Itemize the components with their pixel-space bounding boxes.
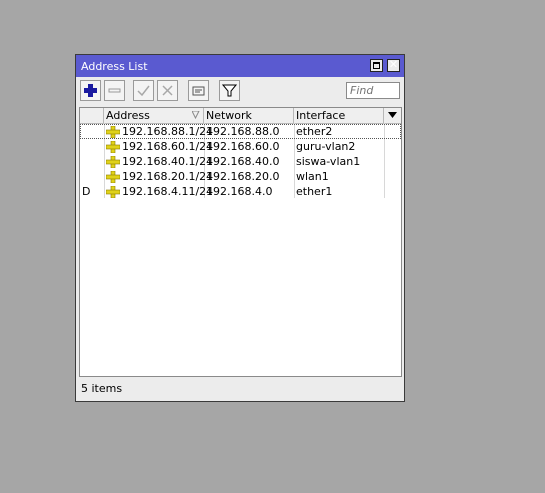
sort-descending-icon — [192, 111, 200, 119]
row-network: 192.168.20.0 — [206, 170, 280, 183]
remove-button[interactable] — [104, 80, 125, 101]
maximize-icon — [373, 62, 380, 69]
column-header-interface[interactable]: Interface — [294, 108, 384, 123]
close-button[interactable]: ✕ — [387, 58, 400, 72]
enable-button[interactable] — [133, 80, 154, 101]
row-network: 192.168.88.0 — [206, 125, 280, 138]
row-interface: ether2 — [296, 125, 333, 138]
comment-button[interactable] — [188, 80, 209, 101]
row-interface: ether1 — [296, 185, 333, 198]
plus-icon — [84, 84, 97, 97]
filter-icon — [222, 84, 237, 97]
table-row[interactable]: 192.168.20.1/24 192.168.20.0 wlan1 — [80, 169, 401, 184]
row-interface: guru-vlan2 — [296, 140, 356, 153]
filter-button[interactable] — [219, 80, 240, 101]
column-header-network[interactable]: Network — [204, 108, 294, 123]
title-bar[interactable]: Address List ✕ — [76, 55, 404, 77]
row-network: 192.168.40.0 — [206, 155, 280, 168]
minus-icon — [108, 88, 121, 93]
table-row[interactable]: 192.168.40.1/24 192.168.40.0 siswa-vlan1 — [80, 154, 401, 169]
item-count: 5 items — [81, 382, 123, 395]
toolbar — [76, 77, 404, 105]
x-icon — [162, 85, 173, 96]
row-network: 192.168.4.0 — [206, 185, 273, 198]
add-button[interactable] — [80, 80, 101, 101]
note-icon — [192, 86, 205, 96]
row-network: 192.168.60.0 — [206, 140, 280, 153]
row-address: 192.168.88.1/24 — [122, 125, 214, 138]
column-header-flag[interactable] — [80, 108, 104, 123]
find-input[interactable] — [346, 82, 400, 99]
address-icon — [106, 126, 120, 138]
row-interface: siswa-vlan1 — [296, 155, 361, 168]
row-address: 192.168.60.1/24 — [122, 140, 214, 153]
chevron-down-icon — [388, 112, 397, 118]
maximize-button[interactable] — [370, 59, 383, 72]
check-icon — [137, 85, 150, 97]
address-icon — [106, 156, 120, 168]
column-header-address[interactable]: Address — [104, 108, 204, 123]
row-address: 192.168.40.1/24 — [122, 155, 214, 168]
address-icon — [106, 141, 120, 153]
close-icon: ✕ — [388, 58, 399, 71]
disable-button[interactable] — [157, 80, 178, 101]
row-address: 192.168.4.11/24 — [122, 185, 214, 198]
address-list-window: Address List ✕ Find Address Network Inte… — [75, 54, 405, 402]
address-icon — [106, 171, 120, 183]
column-chooser-button[interactable] — [384, 108, 401, 123]
address-icon — [106, 186, 120, 198]
table-header: Address Network Interface — [80, 108, 401, 124]
window-title: Address List — [81, 60, 148, 73]
row-interface: wlan1 — [296, 170, 329, 183]
column-header-address-label: Address — [106, 109, 150, 122]
row-flag: D — [82, 185, 91, 198]
address-table: Address Network Interface 192.168.88.1/2… — [79, 107, 402, 377]
table-row[interactable]: 192.168.88.1/24 192.168.88.0 ether2 — [80, 124, 401, 139]
table-row[interactable]: 192.168.60.1/24 192.168.60.0 guru-vlan2 — [80, 139, 401, 154]
row-address: 192.168.20.1/24 — [122, 170, 214, 183]
table-row[interactable]: D 192.168.4.11/24 192.168.4.0 ether1 — [80, 184, 401, 199]
